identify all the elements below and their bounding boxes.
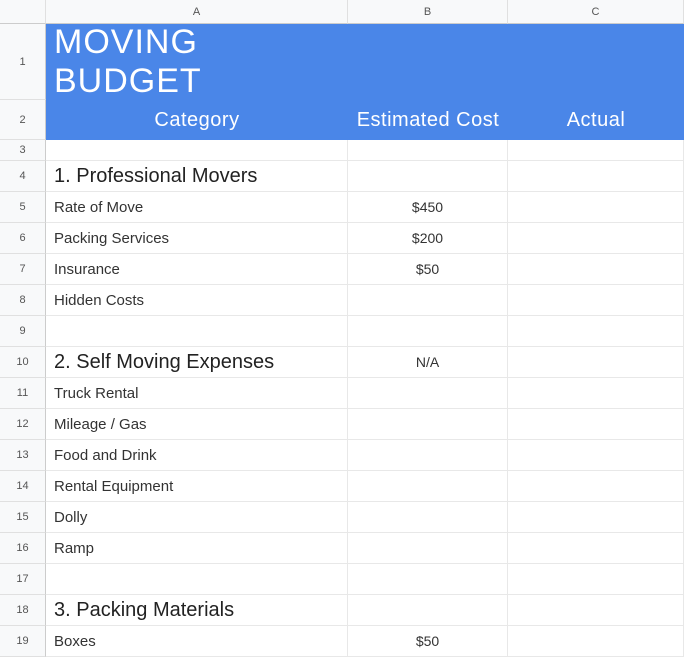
cell-c10[interactable]: [508, 347, 684, 378]
cell-c18[interactable]: [508, 595, 684, 626]
cell-b13[interactable]: [348, 440, 508, 471]
cell-a5[interactable]: Rate of Move: [46, 192, 348, 223]
cell-a7[interactable]: Insurance: [46, 254, 348, 285]
cell-a17[interactable]: [46, 564, 348, 595]
cell-b16[interactable]: [348, 533, 508, 564]
row-header-17[interactable]: 17: [0, 564, 46, 595]
cell-b10[interactable]: N/A: [348, 347, 508, 378]
cell-c6[interactable]: [508, 223, 684, 254]
cell-b4[interactable]: [348, 161, 508, 192]
cell-c16[interactable]: [508, 533, 684, 564]
cell-b9[interactable]: [348, 316, 508, 347]
cell-a19[interactable]: Boxes: [46, 626, 348, 657]
row-header-2[interactable]: 2: [0, 100, 46, 140]
cell-c3[interactable]: [508, 140, 684, 161]
cell-c11[interactable]: [508, 378, 684, 409]
row-header-1[interactable]: 1: [0, 24, 46, 100]
cell-a13[interactable]: Food and Drink: [46, 440, 348, 471]
spreadsheet-grid[interactable]: A B C 1 MOVING BUDGET 2 Category Estimat…: [0, 0, 684, 657]
row-header-3[interactable]: 3: [0, 140, 46, 161]
cell-c15[interactable]: [508, 502, 684, 533]
row-header-15[interactable]: 15: [0, 502, 46, 533]
cell-c12[interactable]: [508, 409, 684, 440]
cell-c14[interactable]: [508, 471, 684, 502]
cell-c9[interactable]: [508, 316, 684, 347]
cell-c5[interactable]: [508, 192, 684, 223]
cell-a11[interactable]: Truck Rental: [46, 378, 348, 409]
cell-b3[interactable]: [348, 140, 508, 161]
cell-a4[interactable]: 1. Professional Movers: [46, 161, 348, 192]
row-header-16[interactable]: 16: [0, 533, 46, 564]
row-header-18[interactable]: 18: [0, 595, 46, 626]
corner-cell[interactable]: [0, 0, 46, 24]
cell-b6[interactable]: $200: [348, 223, 508, 254]
row-header-13[interactable]: 13: [0, 440, 46, 471]
row-header-12[interactable]: 12: [0, 409, 46, 440]
cell-a14[interactable]: Rental Equipment: [46, 471, 348, 502]
row-header-10[interactable]: 10: [0, 347, 46, 378]
header-category[interactable]: Category: [46, 100, 348, 140]
cell-a12[interactable]: Mileage / Gas: [46, 409, 348, 440]
row-header-9[interactable]: 9: [0, 316, 46, 347]
cell-b5[interactable]: $450: [348, 192, 508, 223]
row-header-14[interactable]: 14: [0, 471, 46, 502]
cell-c19[interactable]: [508, 626, 684, 657]
row-header-8[interactable]: 8: [0, 285, 46, 316]
cell-b7[interactable]: $50: [348, 254, 508, 285]
col-header-c[interactable]: C: [508, 0, 684, 24]
header-estimated[interactable]: Estimated Cost: [348, 100, 508, 140]
row-header-7[interactable]: 7: [0, 254, 46, 285]
title-cell-c[interactable]: [508, 24, 684, 100]
header-actual[interactable]: Actual: [508, 100, 684, 140]
row-header-11[interactable]: 11: [0, 378, 46, 409]
cell-c13[interactable]: [508, 440, 684, 471]
row-header-6[interactable]: 6: [0, 223, 46, 254]
cell-a9[interactable]: [46, 316, 348, 347]
cell-a18[interactable]: 3. Packing Materials: [46, 595, 348, 626]
row-header-5[interactable]: 5: [0, 192, 46, 223]
cell-c7[interactable]: [508, 254, 684, 285]
title-cell[interactable]: MOVING BUDGET: [46, 24, 348, 100]
cell-a10[interactable]: 2. Self Moving Expenses: [46, 347, 348, 378]
cell-a3[interactable]: [46, 140, 348, 161]
cell-b19[interactable]: $50: [348, 626, 508, 657]
cell-c8[interactable]: [508, 285, 684, 316]
cell-a16[interactable]: Ramp: [46, 533, 348, 564]
title-cell-b[interactable]: [348, 24, 508, 100]
cell-b8[interactable]: [348, 285, 508, 316]
cell-b17[interactable]: [348, 564, 508, 595]
cell-a6[interactable]: Packing Services: [46, 223, 348, 254]
row-header-19[interactable]: 19: [0, 626, 46, 657]
col-header-b[interactable]: B: [348, 0, 508, 24]
cell-c4[interactable]: [508, 161, 684, 192]
cell-b18[interactable]: [348, 595, 508, 626]
cell-b14[interactable]: [348, 471, 508, 502]
cell-b15[interactable]: [348, 502, 508, 533]
cell-a15[interactable]: Dolly: [46, 502, 348, 533]
cell-b12[interactable]: [348, 409, 508, 440]
cell-b11[interactable]: [348, 378, 508, 409]
row-header-4[interactable]: 4: [0, 161, 46, 192]
col-header-a[interactable]: A: [46, 0, 348, 24]
cell-c17[interactable]: [508, 564, 684, 595]
cell-a8[interactable]: Hidden Costs: [46, 285, 348, 316]
